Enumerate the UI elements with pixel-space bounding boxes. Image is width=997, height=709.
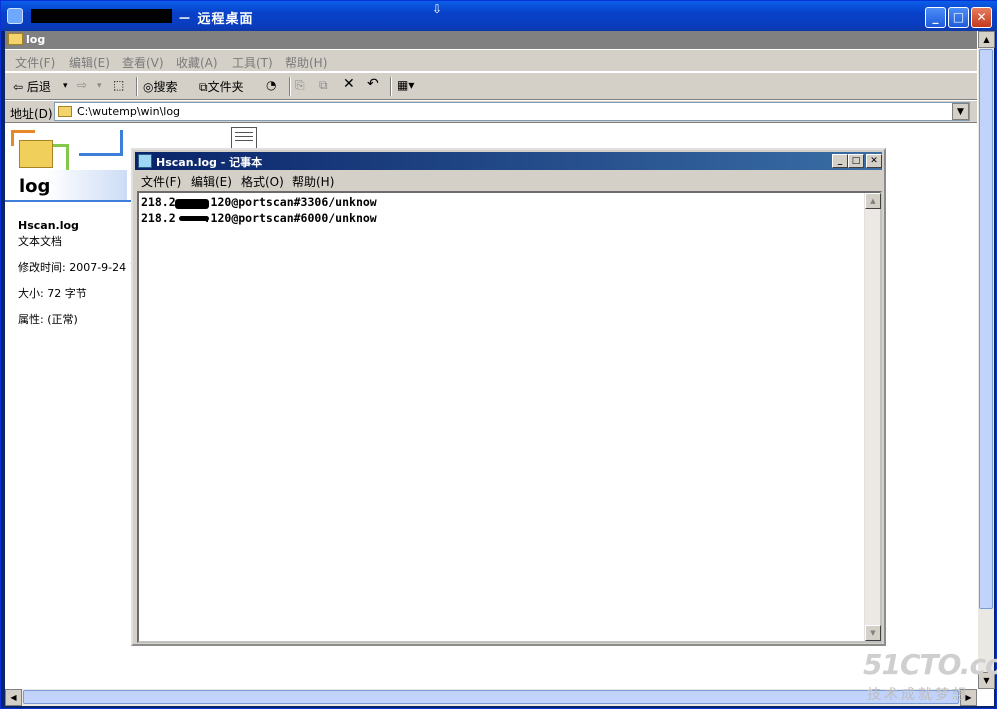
remote-desktop-icon	[7, 8, 23, 24]
toolbar-divider	[390, 77, 392, 96]
folders-icon: ⧉	[199, 80, 208, 94]
delete-icon[interactable]: ✕	[343, 76, 355, 92]
address-bar: 地址(D) C:\wutemp\win\log ▼	[5, 101, 977, 123]
scroll-up-button[interactable]: ▲	[978, 31, 995, 48]
search-icon: ◎	[143, 80, 154, 94]
address-label: 地址(D)	[10, 107, 53, 121]
maximize-button[interactable]: □	[948, 7, 969, 28]
notepad-menubar: 文件(F) 编辑(E) 格式(O) 帮助(H)	[135, 171, 882, 190]
notepad-scroll-down-button[interactable]: ▼	[865, 625, 881, 641]
explorer-horizontal-scrollbar[interactable]: ◀ ▶	[5, 689, 977, 706]
folder-icon	[8, 33, 23, 45]
explorer-toolbar: ⇦ 后退 ▾ ⇨ ▾ ⬚ ◎搜索 ⧉文件夹 ◔ ⎘ ⧉ ✕ ↶ ▦▾	[5, 73, 977, 100]
remote-desktop-window: － 远程桌面 ⇩ _ □ ✕ log 文件(F) 编辑(E) 查看(V) 收藏(…	[0, 0, 997, 709]
watermark: 51CTO.com 技术成就梦想	[863, 648, 997, 706]
address-input[interactable]: C:\wutemp\win\log ▼	[54, 102, 970, 121]
up-folder-icon[interactable]: ⬚	[113, 78, 124, 92]
menu-favorites[interactable]: 收藏(A)	[176, 54, 218, 71]
log-line-prefix: 218.2	[141, 195, 176, 209]
notepad-close-button[interactable]: ✕	[866, 154, 882, 168]
menu-view[interactable]: 查看(V)	[122, 54, 164, 71]
explorer-menubar: 文件(F) 编辑(E) 查看(V) 收藏(A) 工具(T) 帮助(H)	[5, 50, 977, 72]
notepad-menu-format[interactable]: 格式(O)	[241, 173, 284, 190]
details-modified: 修改时间: 2007-9-24 1	[18, 261, 137, 274]
notepad-text-area[interactable]: 218.2 .120@portscan#3306/unknow 218.2 .120…	[137, 191, 882, 643]
menu-tools[interactable]: 工具(T)	[232, 54, 273, 71]
explorer-title: log	[26, 33, 46, 46]
back-button[interactable]: ⇦ 后退	[13, 78, 51, 95]
folder-icon	[58, 106, 72, 117]
decor-gradient	[47, 170, 127, 200]
redacted-host-name	[31, 9, 172, 23]
text-file-icon[interactable]	[231, 127, 257, 149]
explorer-vertical-scrollbar[interactable]: ▲ ▼	[977, 31, 995, 689]
log-line-suffix: .120@portscan#3306/unknow	[203, 195, 377, 209]
undo-icon[interactable]: ↶	[367, 76, 379, 92]
forward-button[interactable]: ⇨	[77, 78, 87, 92]
explorer-titlebar[interactable]: log	[5, 31, 994, 49]
decor-bracket	[79, 130, 123, 156]
copy-to-icon[interactable]: ⧉	[319, 78, 328, 93]
menu-help[interactable]: 帮助(H)	[285, 54, 327, 71]
details-attributes: 属性: (正常)	[18, 313, 78, 326]
search-label: 搜索	[153, 80, 178, 94]
log-line-prefix: 218.2	[141, 211, 176, 225]
notepad-titlebar[interactable]: Hscan.log - 记事本 _ □ ✕	[135, 152, 882, 170]
mouse-cursor-icon: ⇩	[432, 2, 443, 16]
notepad-minimize-button[interactable]: _	[832, 154, 848, 168]
pane-heading: log	[19, 176, 51, 197]
details-file-name: Hscan.log	[18, 219, 79, 232]
scroll-thumb[interactable]	[23, 690, 959, 704]
notepad-title: Hscan.log - 记事本	[156, 156, 263, 169]
log-line: 218.2 .120@portscan#6000/unknow	[141, 211, 377, 225]
menu-edit[interactable]: 编辑(E)	[69, 54, 110, 71]
notepad-menu-help[interactable]: 帮助(H)	[292, 173, 334, 190]
scroll-left-button[interactable]: ◀	[5, 689, 22, 706]
window-title: － 远程桌面	[178, 12, 254, 27]
history-icon[interactable]: ◔	[266, 78, 276, 92]
details-size: 大小: 72 字节	[18, 287, 87, 300]
move-to-icon[interactable]: ⎘	[295, 78, 305, 93]
notepad-icon	[138, 154, 152, 168]
folders-button[interactable]: ⧉文件夹	[199, 78, 244, 95]
task-pane: log Hscan.log 文本文档 修改时间: 2007-9-24 1 大小:…	[5, 124, 137, 689]
search-button[interactable]: ◎搜索	[143, 78, 178, 95]
redaction-mark	[179, 216, 209, 221]
pane-divider	[5, 200, 133, 202]
notepad-scroll-up-button[interactable]: ▲	[865, 193, 881, 209]
address-dropdown-icon[interactable]: ▼	[952, 103, 969, 120]
watermark-brand: 51CTO.com	[863, 648, 997, 681]
notepad-maximize-button[interactable]: □	[848, 154, 864, 168]
redaction-mark	[175, 199, 209, 209]
folders-label: 文件夹	[207, 80, 244, 94]
toolbar-divider	[289, 77, 291, 96]
back-dropdown-icon[interactable]: ▾	[63, 81, 68, 91]
log-line-suffix: .120@portscan#6000/unknow	[203, 211, 377, 225]
large-folder-icon	[19, 140, 53, 168]
scroll-thumb[interactable]	[979, 49, 993, 609]
menu-file[interactable]: 文件(F)	[15, 54, 55, 71]
minimize-button[interactable]: _	[925, 7, 946, 28]
notepad-window: Hscan.log - 记事本 _ □ ✕ 文件(F) 编辑(E) 格式(O) …	[131, 148, 886, 646]
notepad-menu-edit[interactable]: 编辑(E)	[191, 173, 232, 190]
toolbar-divider	[136, 77, 138, 96]
close-button[interactable]: ✕	[971, 7, 992, 28]
watermark-slogan: 技术成就梦想	[867, 687, 969, 703]
notepad-menu-file[interactable]: 文件(F)	[141, 173, 181, 190]
address-path: C:\wutemp\win\log	[77, 105, 181, 118]
notepad-vertical-scrollbar[interactable]: ▲ ▼	[864, 193, 881, 641]
views-icon[interactable]: ▦▾	[397, 78, 414, 92]
forward-dropdown-icon[interactable]: ▾	[97, 81, 102, 91]
remote-desktop-titlebar[interactable]: － 远程桌面 ⇩ _ □ ✕	[1, 1, 997, 31]
details-file-type: 文本文档	[18, 235, 62, 248]
